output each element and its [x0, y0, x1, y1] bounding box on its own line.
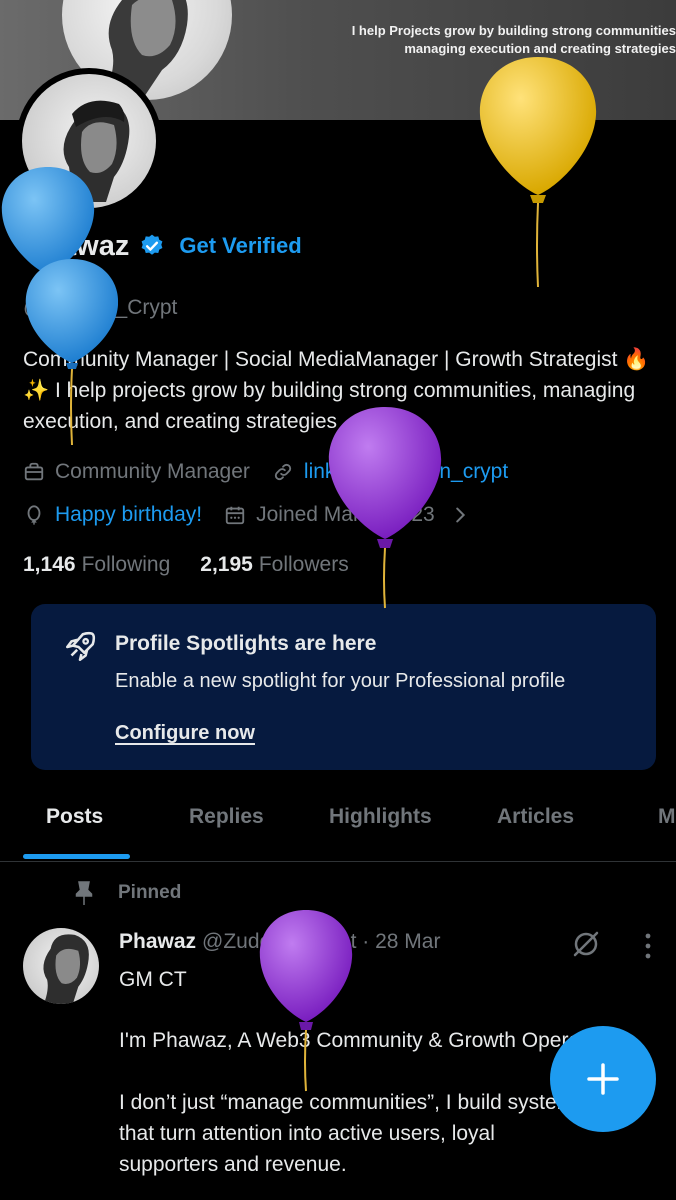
- pin-icon: [75, 881, 93, 905]
- tab-articles[interactable]: Articles: [497, 805, 574, 829]
- profile-tabs: Posts Replies Highlights Articles M: [0, 790, 676, 862]
- plus-icon: [587, 1063, 619, 1095]
- banner-text: I help Projects grow by building strong …: [351, 23, 676, 56]
- post-author-avatar[interactable]: [23, 928, 99, 1004]
- rocket-icon: [65, 631, 96, 662]
- more-vertical-icon[interactable]: [640, 932, 656, 960]
- compose-post-button[interactable]: [550, 1026, 656, 1132]
- spotlight-subtitle: Enable a new spotlight for your Professi…: [115, 670, 566, 692]
- tab-media[interactable]: M: [658, 805, 676, 829]
- spotlight-card[interactable]: Profile Spotlights are here Enable a new…: [31, 604, 656, 770]
- grok-icon[interactable]: [570, 928, 602, 960]
- purple-balloon-decoration: [328, 407, 442, 609]
- following-label: Following: [81, 553, 171, 576]
- followers-count: 2,195: [200, 553, 253, 576]
- purple-balloon-decoration: [259, 910, 353, 1092]
- post-author-name[interactable]: Phawaz: [119, 930, 196, 954]
- chevron-right-icon[interactable]: [449, 504, 471, 526]
- balloon-icon: [23, 504, 45, 526]
- briefcase-icon: [23, 461, 45, 483]
- following-count: 1,146: [23, 553, 76, 576]
- tab-replies[interactable]: Replies: [189, 805, 264, 829]
- tab-highlights[interactable]: Highlights: [329, 805, 432, 829]
- spotlight-title: Profile Spotlights are here: [115, 632, 377, 655]
- post-line: GM CT: [119, 968, 187, 991]
- post-line: supporters and revenue.: [119, 1153, 347, 1176]
- yellow-balloon-decoration: [479, 57, 597, 288]
- tab-posts[interactable]: Posts: [46, 805, 103, 829]
- link-icon: [272, 461, 294, 483]
- birthday-link[interactable]: Happy birthday!: [55, 503, 202, 527]
- profile-category: Community Manager: [55, 460, 250, 483]
- pinned-label: Pinned: [118, 882, 182, 903]
- calendar-icon: [224, 504, 246, 526]
- configure-now-link[interactable]: Configure now: [115, 722, 255, 745]
- blue-balloon-decoration: [25, 259, 119, 446]
- verified-badge-icon[interactable]: [139, 233, 165, 259]
- post-line: that turn attention into active users, l…: [119, 1122, 495, 1145]
- active-tab-indicator: [23, 854, 130, 859]
- following-link[interactable]: 1,146 Following: [23, 553, 170, 577]
- get-verified-link[interactable]: Get Verified: [179, 233, 301, 259]
- post-line: I'm Phawaz, A Web3 Community & Growth Op…: [119, 1029, 610, 1052]
